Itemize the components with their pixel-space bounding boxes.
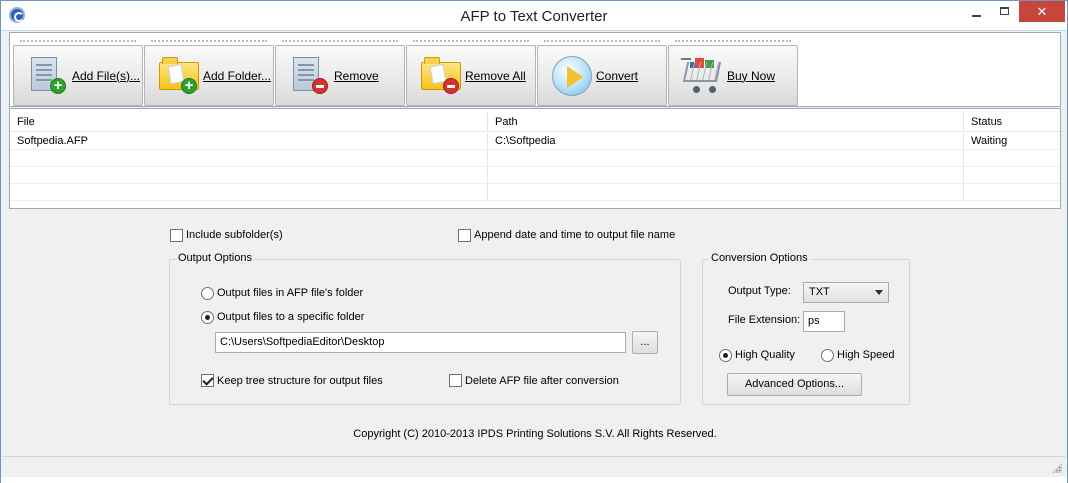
toolbar-separator bbox=[151, 40, 267, 43]
remove-button[interactable]: Remove bbox=[275, 40, 405, 106]
conversion-options-title: Conversion Options bbox=[709, 252, 810, 264]
add-file-icon: + bbox=[28, 56, 68, 96]
toolbar-separator bbox=[413, 40, 529, 43]
play-icon bbox=[552, 56, 592, 96]
column-header-file[interactable]: File bbox=[10, 112, 488, 131]
close-icon: ✕ bbox=[1036, 4, 1048, 19]
toolbar-separator bbox=[544, 40, 660, 43]
add-folder-label: Add Folder... bbox=[203, 69, 272, 83]
convert-button[interactable]: Convert bbox=[537, 40, 667, 106]
browse-folder-button[interactable]: ... bbox=[632, 331, 658, 354]
file-extension-label: File Extension: bbox=[728, 314, 801, 326]
delete-afp-label[interactable]: Delete AFP file after conversion bbox=[465, 375, 619, 387]
output-same-folder-radio[interactable] bbox=[201, 287, 214, 300]
add-folder-button[interactable]: + Add Folder... bbox=[144, 40, 274, 106]
file-list[interactable]: File Path Status Softpedia.AFP C:\Softpe… bbox=[9, 108, 1061, 209]
maximize-icon bbox=[1000, 7, 1009, 15]
file-name-cell: Softpedia.AFP bbox=[10, 133, 488, 149]
high-quality-radio[interactable] bbox=[719, 349, 732, 362]
keep-tree-label[interactable]: Keep tree structure for output files bbox=[217, 375, 383, 387]
copyright-text: Copyright (C) 2010-2013 IPDS Printing So… bbox=[353, 428, 717, 440]
remove-label: Remove bbox=[334, 69, 379, 83]
minimize-button[interactable] bbox=[963, 1, 990, 22]
file-path-cell: C:\Softpedia bbox=[488, 133, 964, 149]
output-specific-folder-label[interactable]: Output files to a specific folder bbox=[217, 311, 364, 323]
buy-now-label: Buy Now bbox=[727, 69, 776, 83]
title-bar[interactable]: AFP to Text Converter ✕ bbox=[1, 1, 1067, 31]
high-quality-label[interactable]: High Quality bbox=[735, 349, 795, 361]
shopping-cart-icon bbox=[681, 56, 723, 96]
append-datetime-label[interactable]: Append date and time to output file name bbox=[474, 229, 675, 241]
table-row[interactable]: Softpedia.AFP C:\Softpedia Waiting bbox=[10, 133, 1060, 150]
empty-row bbox=[10, 184, 1060, 201]
append-datetime-checkbox[interactable] bbox=[458, 229, 471, 242]
maximize-button[interactable] bbox=[991, 1, 1018, 22]
convert-label: Convert bbox=[596, 69, 639, 83]
remove-all-button[interactable]: Remove All bbox=[406, 40, 536, 106]
output-options-title: Output Options bbox=[176, 252, 254, 264]
remove-file-icon bbox=[290, 56, 330, 96]
add-folder-icon: + bbox=[159, 56, 199, 96]
output-type-value: TXT bbox=[809, 286, 830, 298]
file-status-cell: Waiting bbox=[971, 135, 1008, 147]
window-title: AFP to Text Converter bbox=[460, 8, 608, 25]
empty-row bbox=[10, 167, 1060, 184]
keep-tree-checkbox[interactable] bbox=[201, 374, 214, 387]
toolbar-separator bbox=[675, 40, 791, 43]
output-same-folder-label[interactable]: Output files in AFP file's folder bbox=[217, 287, 363, 299]
output-specific-folder-radio[interactable] bbox=[201, 311, 214, 324]
column-header-path[interactable]: Path bbox=[488, 112, 964, 131]
file-extension-input[interactable]: ps bbox=[803, 311, 845, 332]
toolbar-separator bbox=[20, 40, 136, 43]
close-button[interactable]: ✕ bbox=[1019, 1, 1065, 22]
empty-row bbox=[10, 150, 1060, 167]
advanced-options-button[interactable]: Advanced Options... bbox=[727, 373, 862, 396]
chevron-down-icon bbox=[875, 290, 883, 295]
file-list-header: File Path Status bbox=[10, 112, 1060, 132]
column-header-status[interactable]: Status bbox=[964, 112, 1060, 131]
output-folder-input[interactable]: C:\Users\SoftpediaEditor\Desktop bbox=[215, 332, 626, 353]
output-type-select[interactable]: TXT bbox=[803, 282, 889, 303]
remove-all-label: Remove All bbox=[465, 69, 526, 83]
minimize-icon bbox=[972, 15, 981, 17]
output-type-label: Output Type: bbox=[728, 285, 791, 297]
delete-afp-checkbox[interactable] bbox=[449, 374, 462, 387]
buy-now-button[interactable]: Buy Now bbox=[668, 40, 798, 106]
toolbar: + Add File(s)... + Add Folder... Remove bbox=[9, 32, 1061, 107]
window-bottom-border bbox=[1, 477, 1067, 483]
include-subfolders-label[interactable]: Include subfolder(s) bbox=[186, 229, 283, 241]
high-speed-label[interactable]: High Speed bbox=[837, 349, 895, 361]
high-speed-radio[interactable] bbox=[821, 349, 834, 362]
status-bar bbox=[2, 456, 1066, 476]
toolbar-separator bbox=[282, 40, 398, 43]
resize-grip-icon[interactable] bbox=[1052, 463, 1062, 473]
include-subfolders-checkbox[interactable] bbox=[170, 229, 183, 242]
app-window: AFP to Text Converter ✕ + Add File(s)...… bbox=[0, 0, 1068, 483]
add-files-button[interactable]: + Add File(s)... bbox=[13, 40, 143, 106]
remove-all-folder-icon bbox=[421, 56, 461, 96]
add-files-label: Add File(s)... bbox=[72, 69, 141, 83]
